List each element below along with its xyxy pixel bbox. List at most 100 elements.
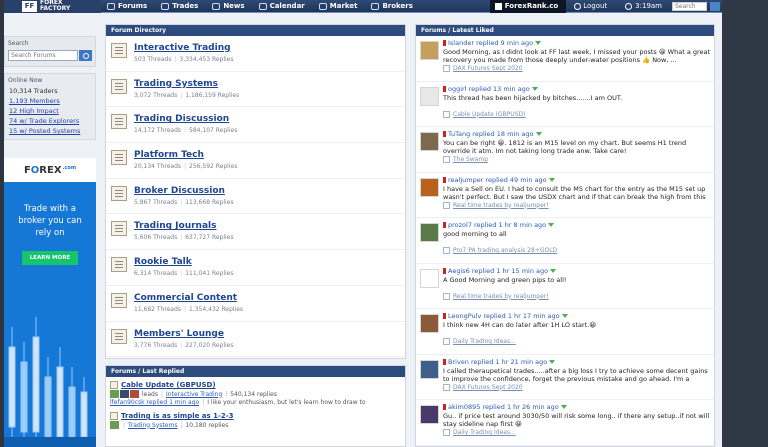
avatar[interactable] [420,41,439,60]
post-author-link[interactable]: realjumper replied 49 min ago [443,176,711,184]
ad-learn-more-button[interactable]: LEARN MORE [22,251,78,265]
tab-news[interactable]: News [207,0,253,13]
avatar[interactable] [420,223,439,242]
online-trade-explorers-link[interactable]: 74 w/ Trade Explorers [9,117,79,125]
forum-row: Members' Lounge 3,776 Threads | 227,020 Rep… [106,322,405,358]
forum-link[interactable]: Broker Discussion [134,186,234,196]
post-text: This thread has been hijacked by bitches… [443,93,623,102]
forum-link[interactable]: Platform Tech [134,150,237,160]
thread-icon [110,381,118,389]
forum-icon [111,78,127,94]
reply-meta[interactable]: lfefan90csk replied 1 min ago [110,399,199,406]
liked-icon [549,359,556,364]
thread-link[interactable]: DAX Futures Sept 2020 [443,65,711,72]
post-text: You can be right 😀. 1812 is an M15 level… [443,139,687,155]
forum-link[interactable]: Interactive Trading [134,43,234,53]
avatar[interactable] [420,314,439,333]
top-search-input[interactable] [672,1,707,11]
post-text: Gu.. if price test around 3030/50 will r… [443,412,710,428]
post-author-link[interactable]: LeongPulv replied 1 hr 17 min ago [443,312,711,320]
forex-ad[interactable]: F O REX .com Trade with a broker you can re… [4,158,96,447]
forum-row: Interactive Trading 503 Threads | 3,334,453… [106,36,405,72]
forum-directory-title: Forum Directory [106,25,405,36]
avatar [110,421,119,429]
thread-link[interactable]: Daily Trading Ideas... [443,429,711,436]
tab-brokers[interactable]: Brokers [366,0,421,13]
tab-trades[interactable]: Trades [156,0,207,13]
thread-link[interactable]: Cable Update (GBPUSD) [110,381,401,389]
logout-button[interactable]: Logout [566,2,615,10]
avatar[interactable] [420,177,439,197]
list-item: prozol7 replied 1 hr 8 min ago good morni… [416,218,714,264]
forexrank-link[interactable]: ForexRank.co [489,0,567,13]
forum-row: Trading Systems 3,072 Threads | 1,186,159 R… [106,72,405,108]
forum-link[interactable]: Members' Lounge [134,329,234,339]
post-author-link[interactable]: Briven replied 1 hr 21 min ago [443,358,711,366]
forum-row: Broker Discussion 5,867 Threads | 113,668 R… [106,179,405,215]
avatar[interactable] [420,268,439,288]
forum-row: Rookie Talk 6,314 Threads | 111,041 Replies [106,250,405,286]
thread-link[interactable]: Pro7 PA trading analysis 28+GOLD [443,247,711,254]
tab-calendar[interactable]: Calendar [254,0,314,13]
thread-icon [110,412,118,420]
avatar[interactable] [420,86,439,106]
post-author-link[interactable]: Islander replied 9 min ago [443,39,711,47]
forum-threads: 5,606 Threads [134,234,178,242]
post-text: good morning to all [443,230,507,238]
list-item: realjumper replied 49 min ago I have a Se… [416,173,714,218]
post-author-link[interactable]: TuTang replied 18 min ago [443,130,711,138]
avatar[interactable] [420,405,439,424]
thread-link[interactable]: The Swamp [443,156,711,163]
post-author-link[interactable]: prozol7 replied 1 hr 8 min ago [443,221,711,229]
top-search-button[interactable] [710,1,720,11]
flag-icon [443,40,446,46]
thread-link[interactable]: Trading is as simple as 1-2-3 [110,412,401,420]
forum-icon [111,221,127,237]
forum-link[interactable]: Trading Discussion [134,114,237,124]
online-members-link[interactable]: 1,193 Members [9,97,60,105]
forum-link[interactable]: Trading Systems [128,422,177,429]
forum-link[interactable]: Commercial Content [134,293,243,303]
tab-forums[interactable]: Forums [101,0,156,13]
top-nav: FF FOREX FACTORY Forums Trades News Cale… [4,0,722,13]
forum-replies: 1,354,432 Replies [189,305,244,313]
forum-search-input[interactable] [8,50,78,61]
logo[interactable]: FF FOREX FACTORY [4,0,101,13]
thread-icon [443,247,450,254]
forum-link[interactable]: Trading Systems [134,79,239,89]
forum-search-button[interactable] [79,50,92,61]
flag-icon [443,176,446,183]
logo-text: FOREX FACTORY [40,0,71,12]
thread-link[interactable]: Cable Update (GBPUSD) [443,110,711,118]
forum-threads: 6,314 Threads [134,270,178,278]
ad-logo: F O REX .com [4,158,96,182]
forum-replies: 256,592 Replies [189,163,238,171]
avatar[interactable] [420,359,439,379]
list-item: akim0895 replied 1 hr 26 min ago Gu.. if … [416,400,714,446]
logo-icon: FF [22,0,37,12]
forum-link[interactable]: Rookie Talk [134,257,234,267]
flag-icon [443,267,446,274]
online-posted-systems-link[interactable]: 15 w/ Posted Systems [9,127,80,135]
forum-row: Platform Tech 20,134 Threads | 256,592 Repl… [106,143,405,179]
liked-icon [560,405,567,409]
clock: 3:19am [615,2,672,10]
post-author-link[interactable]: oggirl replied 13 min ago [443,85,711,93]
forum-link[interactable]: Interactive Trading [166,391,222,398]
forum-link[interactable]: Trading Journals [134,221,234,231]
post-author-link[interactable]: akim0895 replied 1 hr 26 min ago [443,403,711,411]
post-text: A Good Morning and green pips to all! [443,275,567,284]
tab-market[interactable]: Market [314,0,367,13]
thread-link[interactable]: Real time trades by realjumper! [443,292,711,300]
thread-link[interactable]: DAX Futures Sept 2020 [443,383,711,391]
post-author-link[interactable]: Aegis6 replied 1 hr 15 min ago [443,267,711,275]
forum-directory: Forum Directory Interactive Trading 503 T… [105,24,406,359]
list-item: oggirl replied 13 min ago This thread has… [416,82,714,127]
post-text: I have a Sell on EU. I had to consult th… [443,184,706,201]
thread-link[interactable]: Real time trades by realjumper! [443,201,711,209]
thread-link[interactable]: Daily Trading Ideas... [443,338,711,345]
market-icon [318,2,327,10]
thread-icon [443,383,450,391]
avatar[interactable] [420,132,439,151]
online-high-impact-link[interactable]: 12 High Impact [9,107,59,115]
